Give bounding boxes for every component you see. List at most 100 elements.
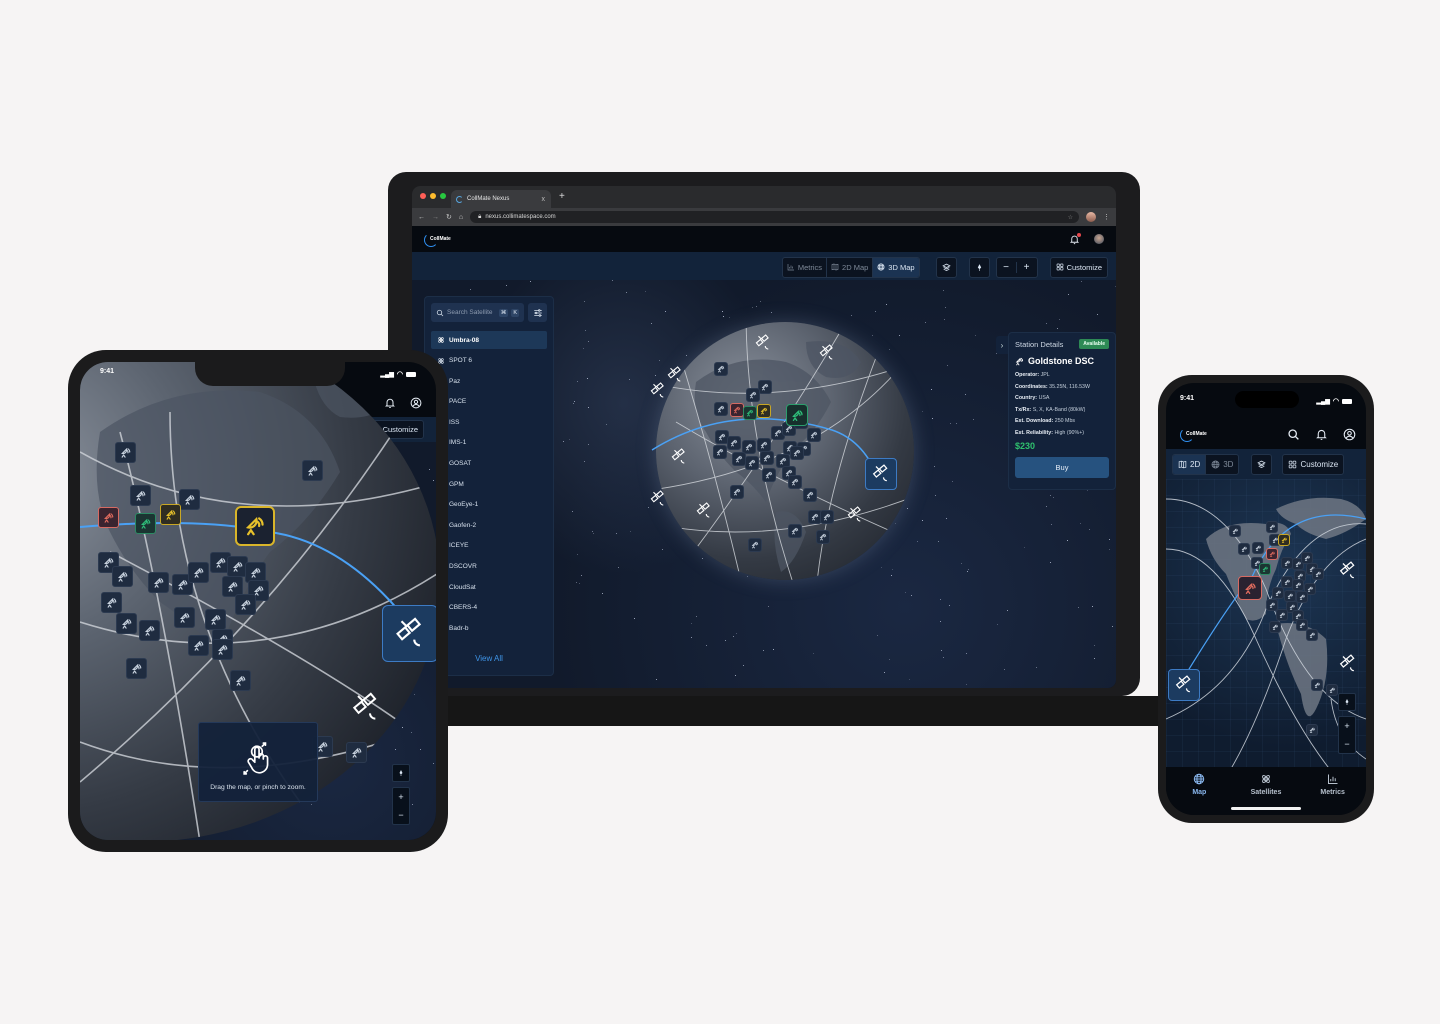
customize-button[interactable]: Customize	[1049, 256, 1108, 278]
buy-button[interactable]: Buy	[1015, 457, 1109, 478]
satellite-list-item[interactable]: GeoEye-1	[431, 496, 547, 514]
ground-station-marker[interactable]	[730, 485, 744, 499]
ground-station-marker[interactable]	[820, 510, 834, 524]
ground-station-marker[interactable]	[760, 451, 774, 465]
ground-station-marker[interactable]	[188, 635, 209, 656]
ground-station-marker[interactable]	[807, 428, 821, 442]
ground-station-marker[interactable]	[188, 562, 209, 583]
ground-station-marker[interactable]	[743, 406, 757, 420]
view-metrics-tab[interactable]: Metrics	[783, 257, 828, 277]
view-2d-map-tab[interactable]: 2D Map	[827, 257, 874, 277]
map-3d-view[interactable]: Search Satellite ⌘ K Umbra-08 SPOT 6 Paz PA…	[412, 280, 1116, 688]
satellite-list-item[interactable]: Badr-b	[431, 619, 547, 637]
ground-station-marker[interactable]	[179, 489, 200, 510]
ground-station-marker[interactable]	[1278, 534, 1290, 546]
ground-station-marker[interactable]	[126, 658, 147, 679]
search-icon[interactable]	[1287, 428, 1300, 441]
notification-bell-icon[interactable]	[1315, 428, 1328, 441]
close-tab-icon[interactable]: x	[542, 196, 546, 203]
ground-station-marker[interactable]	[730, 403, 744, 417]
satellite-marker[interactable]	[350, 692, 382, 729]
ground-station-marker[interactable]	[757, 438, 771, 452]
ground-station-marker[interactable]	[116, 613, 137, 634]
ground-station-marker[interactable]	[1229, 525, 1241, 537]
ground-station-marker[interactable]	[1326, 684, 1338, 696]
satellite-list-item[interactable]: GPM	[431, 475, 547, 493]
satellite-marker[interactable]	[666, 366, 684, 389]
satellite-list-item[interactable]: Umbra-08	[431, 331, 547, 349]
ground-station-marker[interactable]	[790, 446, 804, 460]
ground-station-marker[interactable]	[112, 566, 133, 587]
ground-station-marker[interactable]	[788, 475, 802, 489]
customize-button[interactable]: Customize	[1282, 453, 1345, 475]
zoom-in-button[interactable]: +	[398, 792, 403, 802]
ground-station-marker[interactable]	[714, 362, 728, 376]
user-avatar[interactable]	[1094, 234, 1104, 244]
home-icon[interactable]: ⌂	[459, 214, 463, 221]
selected-satellite-marker[interactable]	[865, 458, 897, 490]
ground-station-marker[interactable]	[139, 620, 160, 641]
ground-station-marker[interactable]	[115, 442, 136, 463]
view-3d-tab[interactable]: 3D	[1206, 455, 1238, 474]
ground-station-marker[interactable]	[1266, 548, 1278, 560]
satellite-marker[interactable]	[1338, 561, 1358, 586]
satellite-list-item[interactable]: Gaofen-2	[431, 516, 547, 534]
ground-station-marker[interactable]	[746, 388, 760, 402]
view-3d-map-tab[interactable]: 3D Map	[873, 257, 919, 277]
maximize-window-button[interactable]	[440, 193, 446, 199]
ground-station-marker[interactable]	[1272, 587, 1284, 599]
satellite-search-input[interactable]: Search Satellite ⌘ K	[431, 303, 524, 322]
satellite-marker[interactable]	[754, 334, 772, 357]
new-tab-button[interactable]: +	[559, 191, 565, 202]
satellite-list-item[interactable]: SPOT 6	[431, 352, 547, 370]
browser-menu-icon[interactable]: ⋮	[1103, 213, 1110, 221]
close-window-button[interactable]	[420, 193, 426, 199]
ground-station-marker[interactable]	[1311, 679, 1323, 691]
forward-icon[interactable]: →	[432, 214, 439, 221]
ground-station-marker[interactable]	[816, 530, 830, 544]
selected-ground-station[interactable]	[235, 506, 275, 546]
ground-station-marker[interactable]	[302, 460, 323, 481]
satellite-list-item[interactable]: Paz	[431, 372, 547, 390]
ground-station-marker[interactable]	[1259, 563, 1271, 575]
ground-station-marker[interactable]	[346, 742, 367, 763]
ground-station-marker[interactable]	[1296, 591, 1308, 603]
ground-station-marker[interactable]	[762, 468, 776, 482]
notification-bell-icon[interactable]	[1069, 232, 1081, 245]
satellite-marker[interactable]	[818, 344, 836, 367]
satellite-list-item[interactable]: IMS-1	[431, 434, 547, 452]
selected-ground-station[interactable]	[1238, 576, 1262, 600]
back-icon[interactable]: ←	[418, 214, 425, 221]
selected-ground-station[interactable]	[786, 404, 808, 426]
minimize-window-button[interactable]	[430, 193, 436, 199]
ground-station-marker[interactable]	[205, 609, 226, 630]
satellite-list-item[interactable]: CBERS-4	[431, 599, 547, 617]
ground-station-marker[interactable]	[727, 436, 741, 450]
reload-icon[interactable]: ↻	[446, 213, 452, 221]
browser-profile-avatar[interactable]	[1086, 212, 1096, 222]
ground-station-marker[interactable]	[732, 452, 746, 466]
satellite-marker[interactable]	[1338, 654, 1358, 679]
nav-map[interactable]: Map	[1169, 773, 1229, 815]
ground-station-marker[interactable]	[135, 513, 156, 534]
address-input[interactable]: 🔒︎ nexus.collimatespace.com ☆	[470, 211, 1079, 223]
zoom-out-button[interactable]: −	[1344, 739, 1349, 749]
zoom-out-button[interactable]: −	[997, 261, 1017, 273]
ground-station-marker[interactable]	[212, 639, 233, 660]
ground-station-marker[interactable]	[230, 670, 251, 691]
ground-station-marker[interactable]	[1252, 542, 1264, 554]
layers-button[interactable]	[935, 256, 957, 278]
user-profile-icon[interactable]	[1343, 428, 1356, 441]
ground-station-marker[interactable]	[745, 456, 759, 470]
satellite-list-item[interactable]: PACE	[431, 393, 547, 411]
collapse-panel-button[interactable]: ›	[996, 336, 1008, 354]
layers-button[interactable]	[1251, 453, 1273, 475]
satellite-marker[interactable]	[649, 382, 667, 405]
ground-station-marker[interactable]	[235, 594, 256, 615]
map-3d-view[interactable]: Drag the map, or pinch to zoom. + −	[80, 362, 436, 840]
zoom-in-button[interactable]: +	[1344, 721, 1349, 731]
ground-station-marker[interactable]	[757, 404, 771, 418]
satellite-list-item[interactable]: CloudSat	[431, 578, 547, 596]
ground-station-marker[interactable]	[1306, 724, 1318, 736]
ground-station-marker[interactable]	[1266, 521, 1278, 533]
